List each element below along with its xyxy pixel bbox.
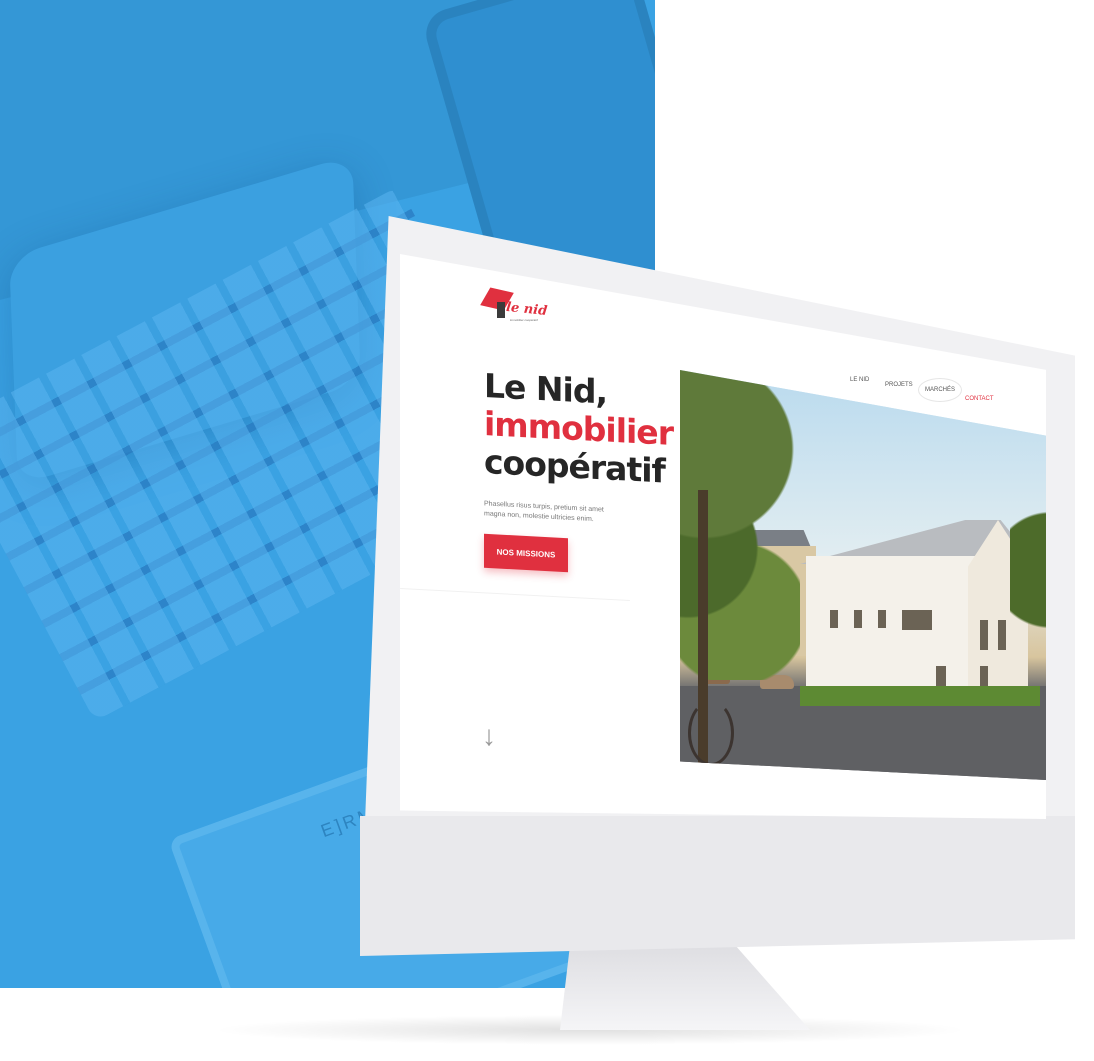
- imac-chin: [360, 816, 1075, 956]
- nos-missions-button[interactable]: NOS MISSIONS: [484, 533, 568, 573]
- hero-title: Le Nid, immobilier coopératif: [484, 366, 673, 491]
- logo-brand: le nid: [505, 299, 548, 320]
- image-window: [854, 610, 862, 628]
- image-window: [878, 610, 886, 628]
- apple-logo-icon: [750, 866, 790, 922]
- image-window: [998, 620, 1006, 650]
- nav-item-contact[interactable]: CONTACT: [965, 396, 994, 402]
- nav-item-le-nid[interactable]: LE NID: [850, 377, 869, 383]
- nav-item-projets[interactable]: PROJETS: [885, 382, 913, 388]
- logo-tagline: immobilier coopératif: [510, 318, 538, 322]
- scroll-down-icon[interactable]: ↓: [482, 714, 496, 758]
- image-window: [902, 610, 932, 630]
- image-grass: [800, 686, 1040, 706]
- image-tree: [1010, 460, 1046, 680]
- hero-title-line3: coopératif: [484, 442, 665, 491]
- hero-image: [680, 370, 1046, 780]
- image-window: [980, 620, 988, 650]
- logo-chimney-icon: [497, 302, 505, 318]
- apple-logo-icon: [162, 30, 222, 108]
- image-window: [830, 610, 838, 628]
- nav-item-marches[interactable]: MARCHÉS: [918, 378, 963, 402]
- hero-description: Phasellus risus turpis, pretium sit amet…: [484, 500, 604, 524]
- decorative-line: [400, 587, 630, 602]
- imac-stand: [560, 945, 810, 1030]
- site-logo[interactable]: le nid immobilier coopératif: [480, 286, 548, 324]
- main-nav: LE NID PROJETS MARCHÉS CONTACT: [850, 372, 1046, 412]
- image-bicycle: [688, 700, 734, 766]
